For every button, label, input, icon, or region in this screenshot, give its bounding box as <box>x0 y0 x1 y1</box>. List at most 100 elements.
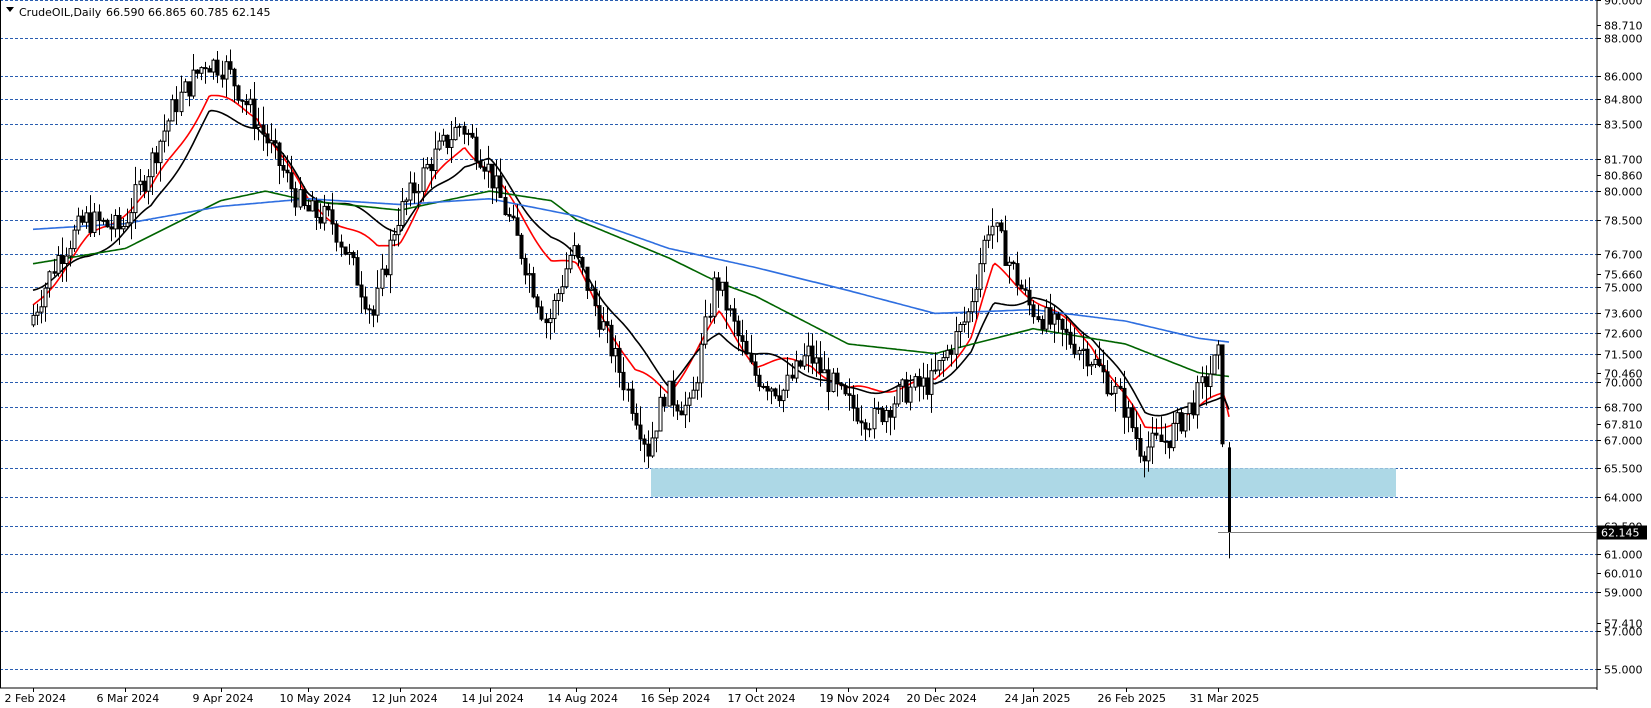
price-marker-label: 88.710 <box>1604 20 1643 33</box>
candle-body <box>31 314 36 326</box>
candle-body <box>589 288 594 291</box>
candle-body <box>478 160 483 168</box>
candle-body <box>97 211 102 222</box>
support-zone <box>651 468 1396 497</box>
candle-body <box>392 234 397 241</box>
candle-body <box>867 428 872 431</box>
time-label: 10 May 2024 <box>280 692 352 705</box>
candle-body <box>880 407 885 423</box>
time-label: 19 Nov 2024 <box>820 692 890 705</box>
candle-body <box>1048 307 1053 325</box>
candle-body <box>170 99 175 122</box>
candle-body <box>884 409 889 423</box>
candle-body <box>724 281 729 311</box>
candle-body <box>1113 385 1118 394</box>
candle-body <box>371 309 376 316</box>
candle-body <box>949 349 954 355</box>
candle-body <box>999 222 1004 232</box>
candle-body <box>802 355 807 367</box>
candle-body <box>1044 307 1049 330</box>
candle-body <box>933 369 938 372</box>
candle-body <box>630 388 635 414</box>
candle-body <box>52 271 57 274</box>
candle-body <box>437 140 442 150</box>
candle-body <box>1150 432 1155 448</box>
candle-body <box>240 99 245 102</box>
time-label: 17 Oct 2024 <box>728 692 796 705</box>
candle-body <box>982 239 987 265</box>
candle-body <box>872 407 877 430</box>
candle-body <box>60 254 65 265</box>
candle-body <box>642 438 647 445</box>
candle-body <box>962 321 967 325</box>
candle-body <box>359 284 364 298</box>
candle-body <box>1159 434 1164 442</box>
candle-body <box>334 223 339 243</box>
candle-body <box>449 139 454 148</box>
candle-body <box>818 357 823 374</box>
price-label: 76.700 <box>1604 249 1643 262</box>
candle-body <box>256 124 261 128</box>
price-marker-label: 75.660 <box>1604 269 1643 282</box>
candle-body <box>1163 440 1168 443</box>
candle-body <box>736 320 741 337</box>
candle-body <box>613 347 618 357</box>
candle-body <box>117 214 122 230</box>
candle-body <box>490 163 495 189</box>
candle-body <box>244 100 249 106</box>
candle-body <box>773 388 778 397</box>
candle-body <box>761 385 766 388</box>
candle-body <box>195 69 200 74</box>
candle-body <box>293 188 298 208</box>
candle-body <box>519 234 524 259</box>
price-label: 68.700 <box>1604 402 1643 415</box>
candle-body <box>687 397 692 406</box>
candle-body <box>121 225 126 230</box>
candle-body <box>990 225 995 236</box>
candle-body <box>236 85 241 101</box>
candle-body <box>105 219 110 228</box>
price-marker-label: 80.860 <box>1604 170 1643 183</box>
candle-body <box>1015 263 1020 286</box>
candle-body <box>351 252 356 259</box>
candle-body <box>248 98 253 106</box>
candle-body <box>228 61 233 70</box>
candle-body <box>421 167 426 192</box>
candle-body <box>133 184 138 214</box>
candle-body <box>1142 455 1147 462</box>
candle-body <box>703 316 708 345</box>
price-label: 88.000 <box>1604 33 1643 46</box>
candle-body <box>1060 318 1065 330</box>
candle-body <box>199 67 204 74</box>
candle-body <box>634 412 639 426</box>
candle-body <box>80 215 85 223</box>
candle-body <box>740 335 745 342</box>
candle-body <box>1081 348 1086 351</box>
chart-header: CrudeOIL,Daily 66.590 66.865 60.785 62.1… <box>6 6 270 19</box>
candle-body <box>224 61 229 80</box>
price-marker-label: 70.460 <box>1604 368 1643 381</box>
candle-body <box>445 134 450 148</box>
candle-body <box>1031 304 1036 318</box>
candle-body <box>1072 343 1077 355</box>
candle-body <box>507 214 512 217</box>
time-label: 2 Feb 2024 <box>5 692 66 705</box>
candle-body <box>609 324 614 357</box>
candle-body <box>76 215 81 231</box>
candle-body <box>921 377 926 387</box>
candle-body <box>568 254 573 270</box>
candle-body <box>166 120 171 132</box>
candle-body <box>482 166 487 172</box>
candle-body <box>531 273 536 298</box>
candle-body <box>945 349 950 359</box>
candle-body <box>330 209 335 225</box>
candle-body <box>441 134 446 142</box>
candle-body <box>412 182 417 194</box>
candle-body <box>1109 392 1114 395</box>
candle-body <box>593 288 598 307</box>
price-chart[interactable]: 90.000 88.000 86.000 84.800 83.500 81.700 80.0… <box>0 0 1651 708</box>
candle-body <box>1179 412 1184 432</box>
candle-body <box>367 308 372 311</box>
price-label: 80.000 <box>1604 186 1643 199</box>
candle-body <box>904 379 909 403</box>
